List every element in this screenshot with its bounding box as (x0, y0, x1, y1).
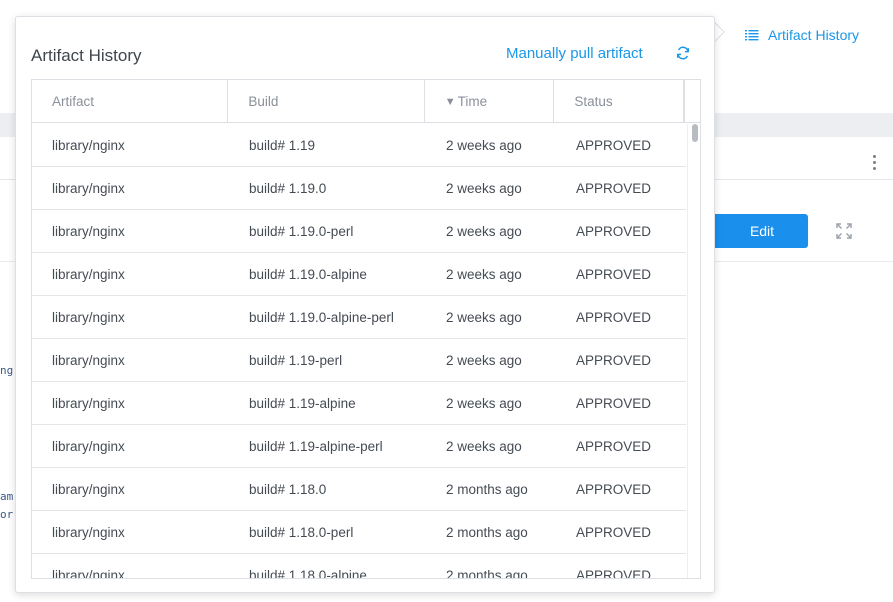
table-row[interactable]: library/nginx build# 1.19-alpine-perl 2 … (32, 425, 686, 468)
table-row[interactable]: library/nginx build# 1.19.0 2 weeks ago … (32, 167, 686, 210)
cell-artifact: library/nginx (52, 137, 125, 153)
table-row[interactable]: library/nginx build# 1.19-perl 2 weeks a… (32, 339, 686, 382)
list-icon (745, 30, 759, 41)
cell-status: APPROVED (576, 309, 652, 325)
manually-pull-artifact-link[interactable]: Manually pull artifact (506, 45, 643, 62)
artifact-history-table: Artifact Build ▼ Time Status library/ngi… (31, 79, 701, 579)
table-header: Artifact Build ▼ Time Status (32, 80, 700, 123)
cell-time: 2 weeks ago (446, 395, 522, 411)
popover-title: Artifact History (31, 46, 142, 65)
cell-artifact: library/nginx (52, 438, 125, 454)
cell-build: build# 1.19.0-perl (249, 223, 354, 239)
sort-desc-icon: ▼ (444, 95, 456, 108)
cell-artifact: library/nginx (52, 223, 125, 239)
kebab-icon[interactable] (866, 151, 882, 173)
cell-status: APPROVED (576, 481, 652, 497)
cell-build: build# 1.19-alpine-perl (249, 438, 383, 454)
code-fragment: or (0, 508, 14, 521)
cell-build: build# 1.18.0-alpine (249, 567, 367, 579)
cell-build: build# 1.19-perl (249, 352, 343, 368)
cell-build: build# 1.19.0-alpine-perl (249, 309, 394, 325)
cell-artifact: library/nginx (52, 481, 125, 497)
cell-time: 2 weeks ago (446, 180, 522, 196)
table-row[interactable]: library/nginx build# 1.18.0-perl 2 month… (32, 511, 686, 554)
cell-artifact: library/nginx (52, 266, 125, 282)
expand-icon[interactable] (836, 223, 852, 239)
cell-status: APPROVED (576, 223, 652, 239)
cell-time: 2 weeks ago (446, 309, 522, 325)
cell-build: build# 1.19.0-alpine (249, 266, 367, 282)
table-row[interactable]: library/nginx build# 1.19 2 weeks ago AP… (32, 124, 686, 167)
cell-build: build# 1.19-alpine (249, 395, 356, 411)
artifact-history-link[interactable]: Artifact History (745, 27, 859, 43)
scrollbar-thumb[interactable] (692, 124, 698, 142)
refresh-icon[interactable] (676, 46, 690, 60)
column-header-artifact[interactable]: Artifact (32, 80, 229, 123)
table-row[interactable]: library/nginx build# 1.19.0-perl 2 weeks… (32, 210, 686, 253)
cell-time: 2 months ago (446, 567, 528, 579)
table-row[interactable]: library/nginx build# 1.18.0-alpine 2 mon… (32, 554, 686, 579)
cell-build: build# 1.19 (249, 137, 316, 153)
table-row[interactable]: library/nginx build# 1.19.0-alpine-perl … (32, 296, 686, 339)
cell-build: build# 1.19.0 (249, 180, 327, 196)
column-header-status[interactable]: Status (554, 80, 685, 123)
cell-build: build# 1.18.0 (249, 481, 327, 497)
cell-artifact: library/nginx (52, 352, 125, 368)
cell-artifact: library/nginx (52, 524, 125, 540)
artifact-history-label: Artifact History (768, 27, 860, 43)
cell-artifact: library/nginx (52, 567, 125, 579)
cell-status: APPROVED (576, 137, 652, 153)
cell-status: APPROVED (576, 352, 652, 368)
column-header-time[interactable]: ▼ Time (425, 80, 555, 123)
cell-time: 2 weeks ago (446, 137, 522, 153)
cell-status: APPROVED (576, 567, 652, 579)
table-row[interactable]: library/nginx build# 1.19.0-alpine 2 wee… (32, 253, 686, 296)
cell-time: 2 weeks ago (446, 266, 522, 282)
cell-status: APPROVED (576, 438, 652, 454)
cell-status: APPROVED (576, 180, 652, 196)
cell-artifact: library/nginx (52, 180, 125, 196)
cell-build: build# 1.18.0-perl (249, 524, 354, 540)
column-header-build[interactable]: Build (228, 80, 425, 123)
code-fragment: am (0, 490, 14, 503)
table-scrollbar[interactable] (687, 124, 700, 578)
table-body: library/nginx build# 1.19 2 weeks ago AP… (32, 124, 686, 579)
cell-time: 2 weeks ago (446, 438, 522, 454)
cell-status: APPROVED (576, 395, 652, 411)
cell-time: 2 weeks ago (446, 223, 522, 239)
cell-time: 2 weeks ago (446, 352, 522, 368)
table-row[interactable]: library/nginx build# 1.19-alpine 2 weeks… (32, 382, 686, 425)
cell-artifact: library/nginx (52, 309, 125, 325)
cell-status: APPROVED (576, 524, 652, 540)
cell-status: APPROVED (576, 266, 652, 282)
code-fragment: ng (0, 364, 14, 377)
cell-time: 2 months ago (446, 524, 528, 540)
cell-artifact: library/nginx (52, 395, 125, 411)
header-spacer (684, 80, 700, 122)
cell-time: 2 months ago (446, 481, 528, 497)
table-row[interactable]: library/nginx build# 1.18.0 2 months ago… (32, 468, 686, 511)
artifact-history-popover: Artifact History Manually pull artifact … (15, 16, 715, 593)
